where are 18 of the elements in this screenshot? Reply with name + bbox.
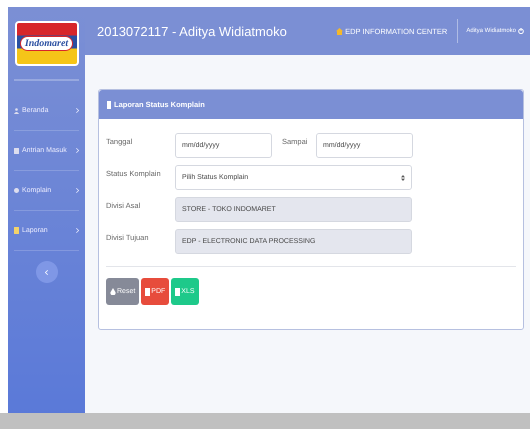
user-icon — [14, 108, 19, 114]
chevron-icon — [76, 148, 79, 153]
sort-icon — [401, 174, 405, 180]
chevron-icon — [76, 228, 79, 233]
file-icon — [14, 227, 19, 234]
list-icon — [14, 148, 19, 154]
file-icon — [175, 288, 180, 296]
circle-icon — [14, 188, 19, 193]
chevron-icon — [76, 108, 79, 113]
logo: Indomaret — [14, 20, 78, 66]
file-icon — [107, 100, 111, 108]
droplet-icon — [110, 288, 116, 295]
chevron-icon — [45, 270, 48, 274]
home-icon — [336, 28, 344, 34]
file-icon — [145, 288, 150, 296]
power-icon[interactable] — [518, 28, 524, 34]
chevron-icon — [76, 188, 79, 193]
page-title: 2013072117 - Aditya Widiatmoko — [97, 24, 288, 38]
